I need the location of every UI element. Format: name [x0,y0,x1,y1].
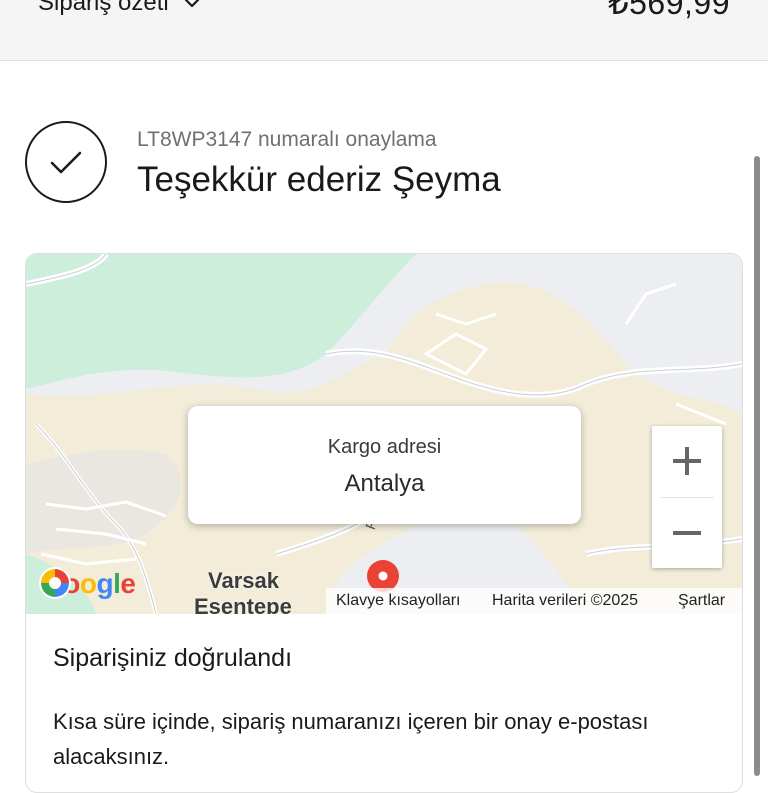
google-logo[interactable]: Google [39,564,136,604]
terms-link[interactable]: Şartlar [678,592,725,610]
order-summary-label: Sipariş özeti [38,0,169,16]
shipping-map[interactable]: Recep Varsak Esentepe Kargo adresi Antal… [26,254,742,614]
map-data-credit: Harita verileri ©2025 [492,592,639,609]
order-summary-bar: Sipariş özeti ₺569,99 [0,0,768,61]
keyboard-shortcuts-link[interactable]: Klavye kısayolları [336,592,461,610]
zoom-out-button[interactable] [652,498,722,568]
google-marker-icon [39,567,71,599]
order-summary-toggle[interactable]: Sipariş özeti [38,0,201,20]
scrollbar[interactable] [754,156,760,776]
shipping-address-label: Kargo adresi [327,436,442,458]
order-status-description: Kısa süre içinde, sipariş numaranızı içe… [53,709,649,769]
checkmark-icon [25,121,107,203]
page-title: Teşekkür ederiz Şeyma [137,160,501,199]
order-status-title: Siparişiniz doğrulandı [53,644,293,672]
order-details-card: Recep Varsak Esentepe Kargo adresi Antal… [25,253,743,793]
chevron-down-icon [184,0,199,8]
plus-icon [673,447,701,475]
order-total: ₺569,99 [608,0,730,21]
minus-icon [673,531,701,535]
map-place-label-varsak: Varsak [208,568,279,593]
confirmation-number: LT8WP3147 numaralı onaylama [137,128,437,151]
zoom-in-button[interactable] [652,426,722,496]
map-attribution-bar: Klavye kısayolları Harita verileri ©2025… [326,588,742,614]
shipping-address-popup: Kargo adresi Antalya [188,406,581,524]
shipping-address-city: Antalya [344,470,425,497]
map-place-label-esentepe: Esentepe [194,594,292,614]
map-zoom-control [652,426,722,568]
